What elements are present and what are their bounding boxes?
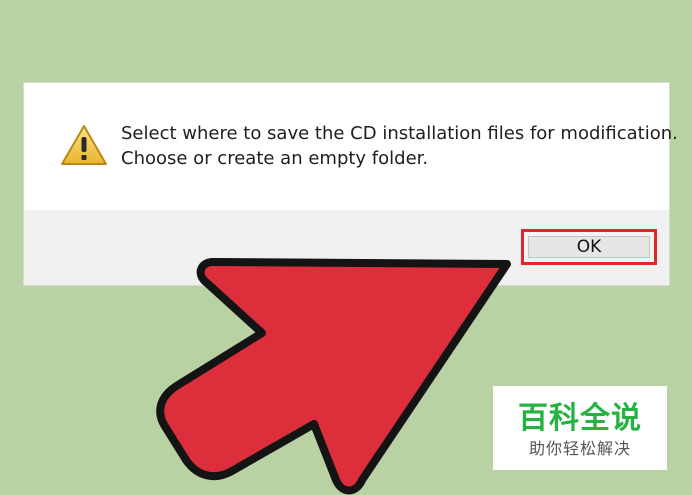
message-area: Select where to save the CD installation… — [24, 83, 678, 210]
watermark-title: 百科全说 — [518, 401, 642, 436]
dialog-message: Select where to save the CD installation… — [121, 121, 678, 171]
watermark: 百科全说 助你轻松解决 — [493, 386, 667, 470]
button-bar: OK — [24, 210, 669, 285]
ok-button-label: OK — [576, 237, 602, 257]
message-line-1: Select where to save the CD installation… — [121, 123, 678, 144]
message-dialog: Select where to save the CD installation… — [24, 83, 678, 285]
warning-icon — [61, 125, 107, 165]
message-line-2: Choose or create an empty folder. — [121, 148, 429, 169]
ok-button[interactable]: OK — [521, 229, 657, 265]
watermark-subtitle: 助你轻松解决 — [528, 439, 631, 458]
